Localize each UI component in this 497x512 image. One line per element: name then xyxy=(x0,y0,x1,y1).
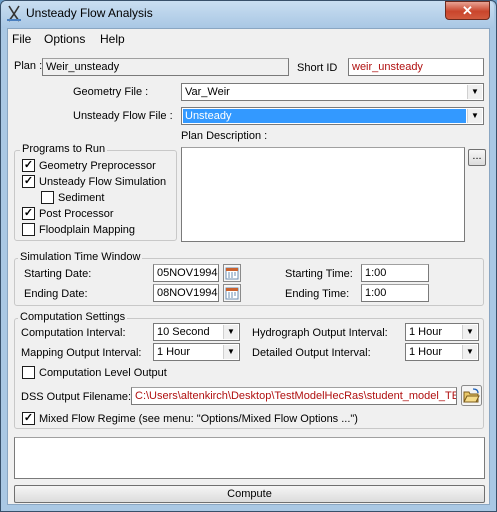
ending-date-input[interactable]: 08NOV1994 xyxy=(153,284,219,302)
unsteady-file-value: Unsteady xyxy=(183,109,466,123)
chevron-down-icon[interactable]: ▼ xyxy=(223,345,238,359)
chevron-down-icon[interactable]: ▼ xyxy=(462,325,477,339)
computation-interval-select[interactable]: 10 Second ▼ xyxy=(153,323,240,341)
plan-description-label: Plan Description : xyxy=(181,130,268,142)
geometry-file-label: Geometry File : xyxy=(73,86,149,98)
short-id-input[interactable]: weir_unsteady xyxy=(348,58,484,76)
unsteady-file-select[interactable]: Unsteady ▼ xyxy=(181,107,484,125)
compute-button[interactable]: Compute xyxy=(14,485,485,503)
calendar-icon[interactable] xyxy=(223,264,241,282)
hydrograph-output-interval-label: Hydrograph Output Interval: xyxy=(252,327,388,339)
chevron-down-icon[interactable]: ▼ xyxy=(462,345,477,359)
chevron-down-icon[interactable]: ▼ xyxy=(223,325,238,339)
starting-time-label: Starting Time: xyxy=(285,268,353,280)
menu-help[interactable]: Help xyxy=(100,32,125,46)
sediment-checkbox[interactable] xyxy=(41,191,54,204)
plan-label: Plan : xyxy=(14,60,43,72)
plan-description-more-button[interactable]: ... xyxy=(468,149,486,166)
starting-date-label: Starting Date: xyxy=(24,268,92,280)
plan-name-field: Weir_unsteady xyxy=(42,58,289,76)
chevron-down-icon[interactable]: ▼ xyxy=(467,85,482,99)
hec-ras-app-icon xyxy=(7,5,21,22)
simulation-time-window-title: Simulation Time Window xyxy=(18,251,143,263)
sediment-label: Sediment xyxy=(58,192,105,204)
unsteady-flow-simulation-checkbox[interactable]: ✓ xyxy=(22,175,35,188)
detailed-output-interval-label: Detailed Output Interval: xyxy=(252,347,371,359)
calendar-icon[interactable] xyxy=(223,284,241,302)
ending-date-label: Ending Date: xyxy=(24,288,88,300)
floodplain-mapping-checkbox[interactable] xyxy=(22,223,35,236)
window-title: Unsteady Flow Analysis xyxy=(26,6,153,20)
hydrograph-output-interval-select[interactable]: 1 Hour ▼ xyxy=(405,323,479,341)
computation-level-output-label: Computation Level Output xyxy=(39,367,167,379)
dss-output-filename-input[interactable]: C:\Users\altenkirch\Desktop\TestModelHec… xyxy=(131,387,457,405)
starting-date-input[interactable]: 05NOV1994 xyxy=(153,264,219,282)
geometry-file-value: Var_Weir xyxy=(185,86,230,98)
mapping-output-interval-select[interactable]: 1 Hour ▼ xyxy=(153,343,240,361)
unsteady-flow-simulation-label: Unsteady Flow Simulation xyxy=(39,176,167,188)
mapping-output-interval-value: 1 Hour xyxy=(157,346,191,358)
ending-time-label: Ending Time: xyxy=(285,288,350,300)
floodplain-mapping-label: Floodplain Mapping xyxy=(39,224,136,236)
detailed-output-interval-select[interactable]: 1 Hour ▼ xyxy=(405,343,479,361)
short-id-label: Short ID xyxy=(297,62,338,74)
post-processor-checkbox[interactable]: ✓ xyxy=(22,207,35,220)
post-processor-label: Post Processor xyxy=(39,208,114,220)
dss-output-filename-label: DSS Output Filename: xyxy=(21,391,132,403)
hydrograph-output-interval-value: 1 Hour xyxy=(409,326,443,338)
folder-open-icon[interactable] xyxy=(461,385,482,406)
chevron-down-icon[interactable]: ▼ xyxy=(467,109,482,123)
plan-description-textarea[interactable] xyxy=(181,147,465,242)
close-button[interactable]: ✕ xyxy=(445,1,490,20)
detailed-output-interval-value: 1 Hour xyxy=(409,346,443,358)
computation-interval-label: Computation Interval: xyxy=(21,327,126,339)
computation-level-output-checkbox[interactable] xyxy=(22,366,35,379)
starting-time-input[interactable]: 1:00 xyxy=(361,264,429,282)
menu-file[interactable]: File xyxy=(12,32,31,46)
unsteady-file-label: Unsteady Flow File : xyxy=(73,110,173,122)
geometry-file-select[interactable]: Var_Weir ▼ xyxy=(181,83,484,101)
message-box xyxy=(14,437,485,479)
computation-settings-title: Computation Settings xyxy=(18,311,128,323)
programs-group-title: Programs to Run xyxy=(20,143,108,155)
mixed-flow-regime-checkbox[interactable]: ✓ xyxy=(22,412,35,425)
mapping-output-interval-label: Mapping Output Interval: xyxy=(21,347,142,359)
geometry-preprocessor-checkbox[interactable]: ✓ xyxy=(22,159,35,172)
computation-interval-value: 10 Second xyxy=(157,326,210,338)
menu-options[interactable]: Options xyxy=(44,32,85,46)
geometry-preprocessor-label: Geometry Preprocessor xyxy=(39,160,156,172)
ending-time-input[interactable]: 1:00 xyxy=(361,284,429,302)
mixed-flow-regime-label: Mixed Flow Regime (see menu: "Options/Mi… xyxy=(39,413,358,425)
